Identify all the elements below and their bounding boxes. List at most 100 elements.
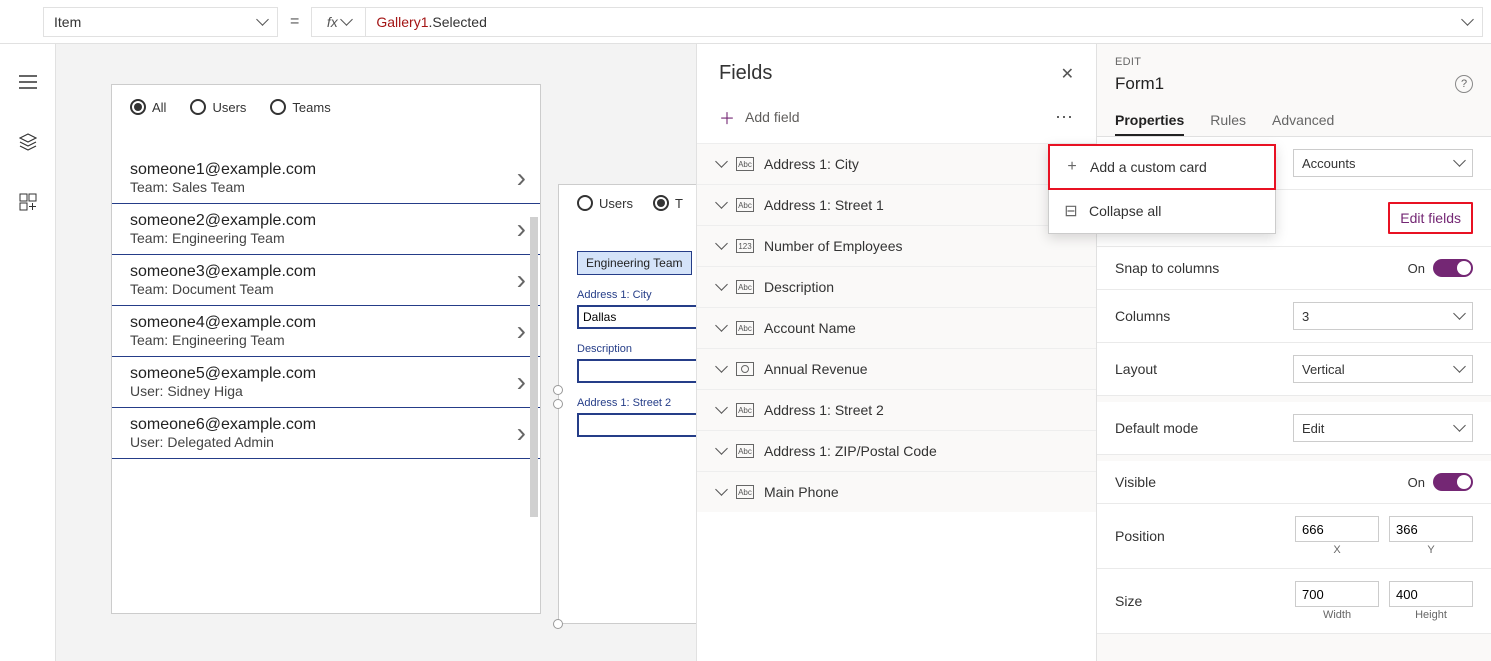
data-source-dropdown[interactable]: Accounts: [1293, 149, 1473, 177]
snap-toggle[interactable]: [1433, 259, 1473, 277]
chevron-down-icon: [717, 157, 726, 172]
field-label: Address 1: City: [577, 289, 696, 301]
item-email: someone5@example.com: [130, 365, 522, 383]
item-sub: Team: Document Team: [130, 281, 522, 297]
item-sub: User: Sidney Higa: [130, 383, 522, 399]
formula-input[interactable]: Gallery1.Selected: [366, 7, 1483, 37]
control-name: Form1: [1115, 74, 1164, 94]
chevron-right-icon: ›: [517, 417, 526, 449]
filter-option[interactable]: All: [130, 99, 166, 115]
field-input[interactable]: [577, 413, 696, 437]
columns-dropdown[interactable]: 3: [1293, 302, 1473, 330]
item-sub: Team: Sales Team: [130, 179, 522, 195]
prop-columns: Columns 3: [1097, 290, 1491, 343]
insert-icon[interactable]: [18, 192, 38, 212]
field-label: Address 1: Street 2: [577, 397, 696, 409]
field-name: Number of Employees: [764, 238, 903, 254]
radio-icon: [270, 99, 286, 115]
more-icon[interactable]: ⋯: [1055, 107, 1074, 128]
scrollbar[interactable]: [530, 217, 538, 517]
list-item[interactable]: someone2@example.comTeam: Engineering Te…: [112, 204, 540, 255]
chevron-down-icon: [1455, 362, 1464, 377]
popup-item[interactable]: ⊟Collapse all: [1049, 189, 1275, 233]
fields-list: AbcAddress 1: CityAbcAddress 1: Street 1…: [697, 143, 1096, 512]
field-name: Annual Revenue: [764, 361, 868, 377]
field-name: Address 1: City: [764, 156, 859, 172]
field-item[interactable]: Annual Revenue: [697, 348, 1096, 389]
prop-label: Layout: [1115, 361, 1157, 377]
list-item[interactable]: someone6@example.comUser: Delegated Admi…: [112, 408, 540, 459]
layout-dropdown[interactable]: Vertical: [1293, 355, 1473, 383]
resize-handle[interactable]: [553, 385, 563, 395]
field-item[interactable]: AbcAddress 1: City: [697, 143, 1096, 184]
field-input[interactable]: [577, 305, 696, 329]
canvas[interactable]: AllUsersTeams someone1@example.comTeam: …: [56, 44, 696, 661]
field-item[interactable]: 123Number of Employees: [697, 225, 1096, 266]
visible-toggle[interactable]: [1433, 473, 1473, 491]
chevron-down-icon: [258, 14, 267, 30]
resize-handle[interactable]: [553, 399, 563, 409]
radio-label: T: [675, 196, 683, 211]
tab-advanced[interactable]: Advanced: [1272, 106, 1334, 136]
size-width-input[interactable]: [1295, 581, 1379, 607]
field-item[interactable]: AbcAddress 1: ZIP/Postal Code: [697, 430, 1096, 471]
close-icon[interactable]: ✕: [1061, 64, 1074, 84]
field-name: Main Phone: [764, 484, 839, 500]
filter-option[interactable]: Teams: [270, 99, 330, 115]
chevron-down-icon: [717, 198, 726, 213]
formula-rest: .Selected: [428, 14, 486, 30]
dropdown-value: Vertical: [1302, 362, 1345, 377]
field-item[interactable]: AbcMain Phone: [697, 471, 1096, 512]
radio-option[interactable]: Users: [577, 195, 633, 211]
field-item[interactable]: AbcAccount Name: [697, 307, 1096, 348]
layers-icon[interactable]: [18, 132, 38, 152]
field-name: Description: [764, 279, 834, 295]
form1-selected-chip[interactable]: Engineering Team: [577, 251, 692, 275]
chevron-right-icon: ›: [517, 213, 526, 245]
popup-item[interactable]: +Add a custom card: [1048, 144, 1276, 190]
prop-label: Default mode: [1115, 420, 1198, 436]
hamburger-icon[interactable]: [18, 72, 38, 92]
formula-object: Gallery1: [376, 14, 428, 30]
resize-handle[interactable]: [553, 619, 563, 629]
filter-label: Teams: [292, 100, 330, 115]
field-item[interactable]: AbcAddress 1: Street 2: [697, 389, 1096, 430]
edit-fields-link[interactable]: Edit fields: [1388, 202, 1473, 234]
fx-button[interactable]: fx: [311, 7, 366, 37]
field-item[interactable]: AbcDescription: [697, 266, 1096, 307]
position-y-input[interactable]: [1389, 516, 1473, 542]
gallery1[interactable]: AllUsersTeams someone1@example.comTeam: …: [111, 84, 541, 614]
prop-label: Size: [1115, 593, 1142, 609]
fields-panel: Fields ✕ ＋ Add field ⋯ AbcAddress 1: Cit…: [696, 44, 1096, 661]
gallery1-list: someone1@example.comTeam: Sales Team›som…: [112, 153, 540, 459]
filter-option[interactable]: Users: [190, 99, 246, 115]
default-mode-dropdown[interactable]: Edit: [1293, 414, 1473, 442]
panel-mode-label: EDIT: [1097, 44, 1491, 68]
field-input[interactable]: [577, 359, 696, 383]
list-item[interactable]: someone3@example.comTeam: Document Team›: [112, 255, 540, 306]
field-item[interactable]: AbcAddress 1: Street 1: [697, 184, 1096, 225]
list-item[interactable]: someone1@example.comTeam: Sales Team›: [112, 153, 540, 204]
form-field: Address 1: Street 2: [577, 397, 696, 437]
item-email: someone1@example.com: [130, 161, 522, 179]
filter-label: Users: [212, 100, 246, 115]
tab-rules[interactable]: Rules: [1210, 106, 1246, 136]
field-name: Address 1: Street 1: [764, 197, 884, 213]
popup-label: Add a custom card: [1090, 159, 1207, 175]
radio-option[interactable]: T: [653, 195, 683, 211]
list-item[interactable]: someone4@example.comTeam: Engineering Te…: [112, 306, 540, 357]
position-x-input[interactable]: [1295, 516, 1379, 542]
prop-snap: Snap to columns On: [1097, 247, 1491, 290]
chevron-down-icon: [717, 362, 726, 377]
formula-bar: Item = fx Gallery1.Selected: [0, 0, 1491, 44]
list-item[interactable]: someone5@example.comUser: Sidney Higa›: [112, 357, 540, 408]
add-field-button[interactable]: ＋ Add field: [719, 105, 800, 129]
size-height-input[interactable]: [1389, 581, 1473, 607]
prop-position: Position X Y: [1097, 504, 1491, 569]
properties-panel: EDIT Form1 ? PropertiesRulesAdvanced Dat…: [1096, 44, 1491, 661]
help-icon[interactable]: ?: [1455, 75, 1473, 93]
property-dropdown[interactable]: Item: [43, 7, 278, 37]
tab-properties[interactable]: Properties: [1115, 106, 1184, 136]
form1[interactable]: UsersT Engineering Team Address 1: CityD…: [558, 184, 696, 624]
chevron-down-icon[interactable]: [1463, 14, 1472, 30]
